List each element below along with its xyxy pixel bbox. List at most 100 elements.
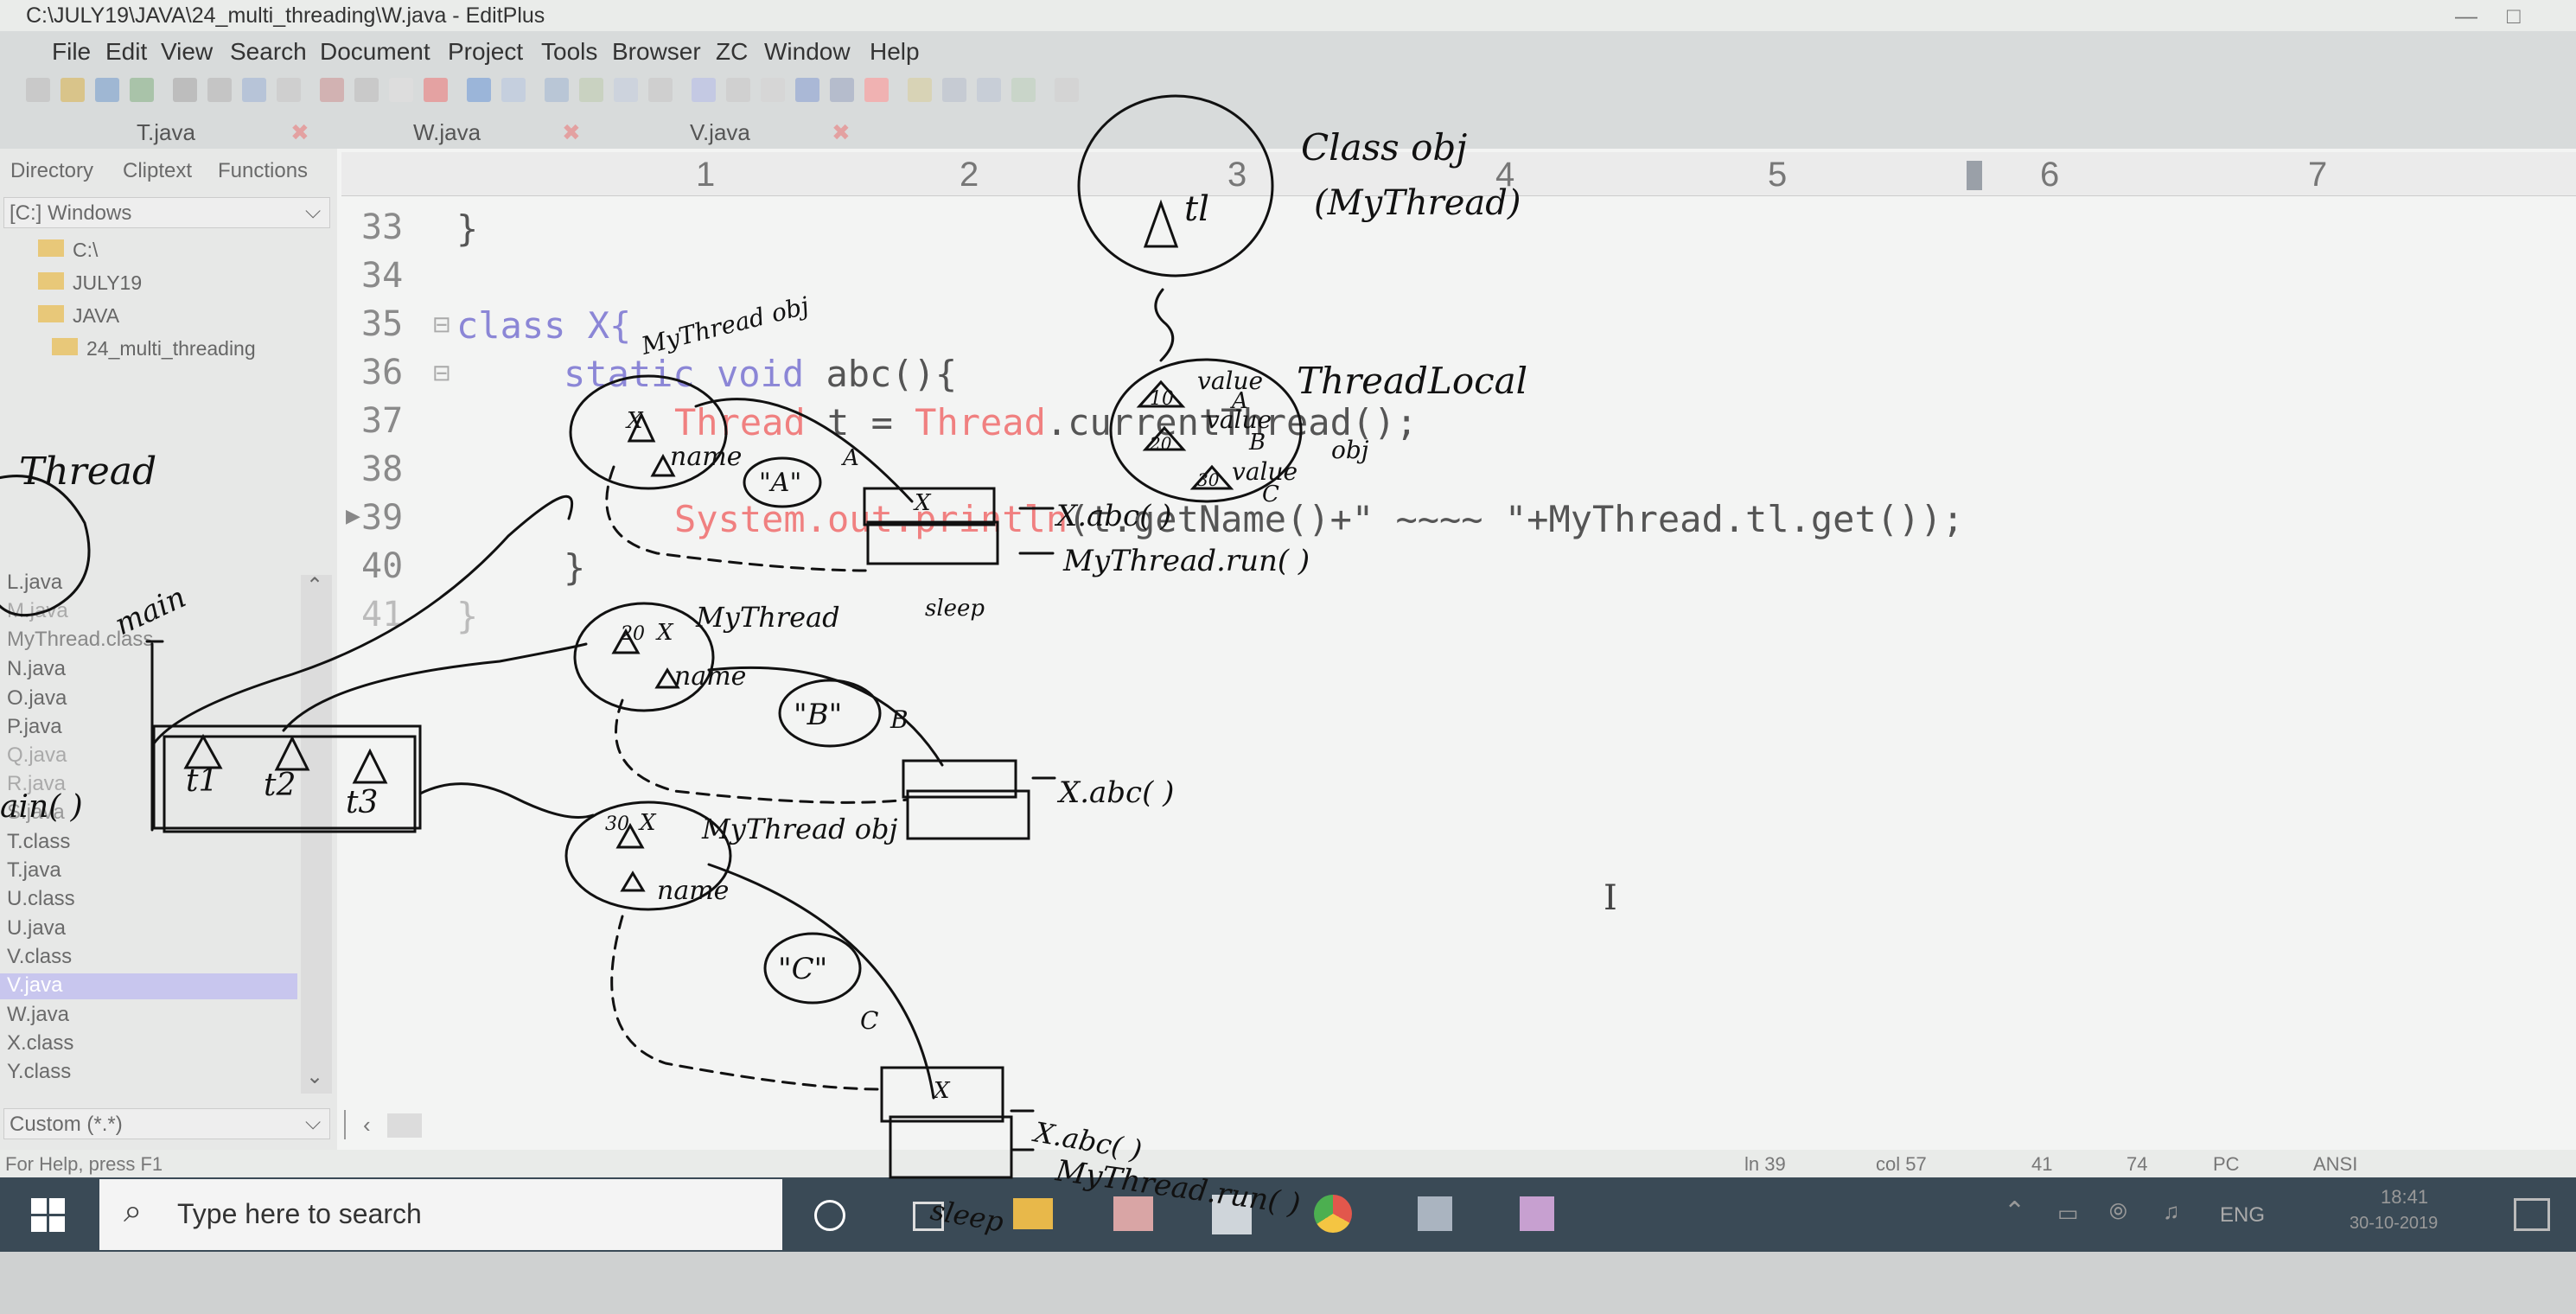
code-line-36[interactable]: static void abc(){ [564,353,957,395]
cut-icon[interactable] [320,78,344,102]
fold-icon[interactable]: ⊟ [432,311,451,338]
file-explorer-icon[interactable] [1013,1198,1053,1229]
open-folder-icon[interactable] [61,78,85,102]
horizontal-scrollbar[interactable] [344,1110,363,1139]
windows-start-icon[interactable] [31,1198,66,1233]
hex-view-icon[interactable] [726,78,750,102]
user-tool-1-icon[interactable] [942,78,966,102]
menu-zc[interactable]: ZC [716,38,748,66]
folder-item[interactable]: JAVA [38,304,119,328]
drive-select[interactable]: [C:] Windows ⌵ [3,197,330,228]
taskbar-search-box[interactable]: ⌕ Type here to search [99,1179,782,1250]
editor-area[interactable] [337,149,2576,1151]
file-item[interactable]: U.class [7,887,75,911]
file-item[interactable]: O.java [7,686,67,711]
code-line-39[interactable]: System.out.println(t.getName()+" ~~~~ "+… [674,498,1964,540]
menu-window[interactable]: Window [764,38,851,66]
menu-search[interactable]: Search [230,38,307,66]
print-icon[interactable] [207,78,232,102]
file-item[interactable]: X.class [7,1031,73,1056]
scroll-thumb[interactable] [387,1113,422,1138]
tab-cliptext[interactable]: Cliptext [123,159,192,183]
save-icon[interactable] [95,78,119,102]
menu-file[interactable]: File [52,38,91,66]
chevron-up-icon[interactable]: ⌃ [2004,1196,2025,1227]
tab-w-java[interactable]: W.java [413,119,481,146]
task-view-icon[interactable] [913,1202,944,1231]
menu-document[interactable]: Document [320,38,430,66]
save-all-icon[interactable] [130,78,154,102]
file-item[interactable]: MyThread.class [7,628,153,652]
volume-icon[interactable]: ♫ [2163,1198,2180,1225]
file-list-scrollbar[interactable]: ⌃ ⌄ [301,573,332,1094]
file-compare-icon[interactable] [277,78,301,102]
paste-icon[interactable] [389,78,413,102]
code-line-37[interactable]: Thread t = Thread.currentThread(); [674,401,1418,443]
folder-item[interactable]: JULY19 [38,271,142,295]
file-item[interactable]: M.java [7,599,68,623]
editplus-icon[interactable] [1113,1196,1153,1231]
tab-functions[interactable]: Functions [218,159,308,183]
menu-help[interactable]: Help [870,38,920,66]
language-indicator[interactable]: ENG [2220,1203,2265,1228]
menu-tools[interactable]: Tools [541,38,597,66]
cortana-icon[interactable] [814,1200,845,1231]
chevron-down-icon[interactable]: ⌄ [306,1064,323,1089]
redo-icon[interactable] [501,78,526,102]
user-tool-2-icon[interactable] [977,78,1001,102]
menu-project[interactable]: Project [448,38,523,66]
spell-check-icon[interactable] [242,78,266,102]
close-icon[interactable]: ✖ [832,119,851,146]
copy-icon[interactable] [354,78,379,102]
file-item[interactable]: R.java [7,772,66,796]
folder-item[interactable]: C:\ [38,239,98,262]
tab-t-java[interactable]: T.java [137,119,195,146]
font-icon[interactable] [692,78,716,102]
file-item[interactable]: V.class [7,945,72,969]
file-item[interactable]: T.class [7,830,70,854]
code-line-33[interactable]: } [456,207,478,250]
file-item[interactable]: T.java [7,858,61,883]
goto-line-icon[interactable] [648,78,673,102]
close-icon[interactable]: ✖ [290,119,309,146]
chrome-icon[interactable] [1314,1195,1352,1233]
clock-date[interactable]: 30-10-2019 [2350,1214,2438,1234]
notification-icon[interactable] [2514,1198,2550,1231]
tab-directory[interactable]: Directory [10,159,93,183]
fold-icon[interactable]: ⊟ [432,360,451,386]
file-item[interactable]: S.java [7,801,65,825]
print-preview-icon[interactable] [173,78,197,102]
replace-icon[interactable] [579,78,603,102]
file-item[interactable]: Y.class [7,1060,71,1084]
chevron-left-icon[interactable]: ‹ [363,1112,371,1139]
tab-v-java[interactable]: V.java [690,119,750,146]
find-in-files-icon[interactable] [614,78,638,102]
chevron-up-icon[interactable]: ⌃ [306,573,323,598]
network-icon[interactable]: ⦾ [2109,1198,2127,1226]
new-file-icon[interactable] [26,78,50,102]
check-icon[interactable] [864,78,889,102]
clock-time[interactable]: 18:41 [2381,1186,2428,1209]
file-item-selected[interactable]: V.java [7,973,63,998]
code-line-41[interactable]: } [456,595,478,637]
delete-icon[interactable] [424,78,448,102]
file-filter-select[interactable]: Custom (*.*) ⌵ [3,1108,330,1139]
menu-browser[interactable]: Browser [612,38,701,66]
file-item[interactable]: N.java [7,657,66,681]
file-item[interactable]: U.java [7,916,66,941]
word-wrap-icon[interactable] [761,78,785,102]
user-tool-3-icon[interactable] [1011,78,1036,102]
ruler-toggle-icon[interactable] [795,78,819,102]
maximize-icon[interactable]: □ [2507,0,2521,31]
paint-icon[interactable] [1520,1196,1554,1231]
app-icon[interactable] [1418,1196,1452,1231]
file-item[interactable]: L.java [7,571,62,595]
settings-icon[interactable] [1055,78,1079,102]
battery-icon[interactable]: ▭ [2057,1200,2079,1227]
menu-edit[interactable]: Edit [105,38,147,66]
folder-item-selected[interactable]: 24_multi_threading [52,337,256,360]
app-icon[interactable] [1212,1195,1252,1234]
code-line-35[interactable]: class X{ [456,304,631,347]
file-item[interactable]: P.java [7,715,62,739]
code-line-40[interactable]: } [564,546,585,589]
